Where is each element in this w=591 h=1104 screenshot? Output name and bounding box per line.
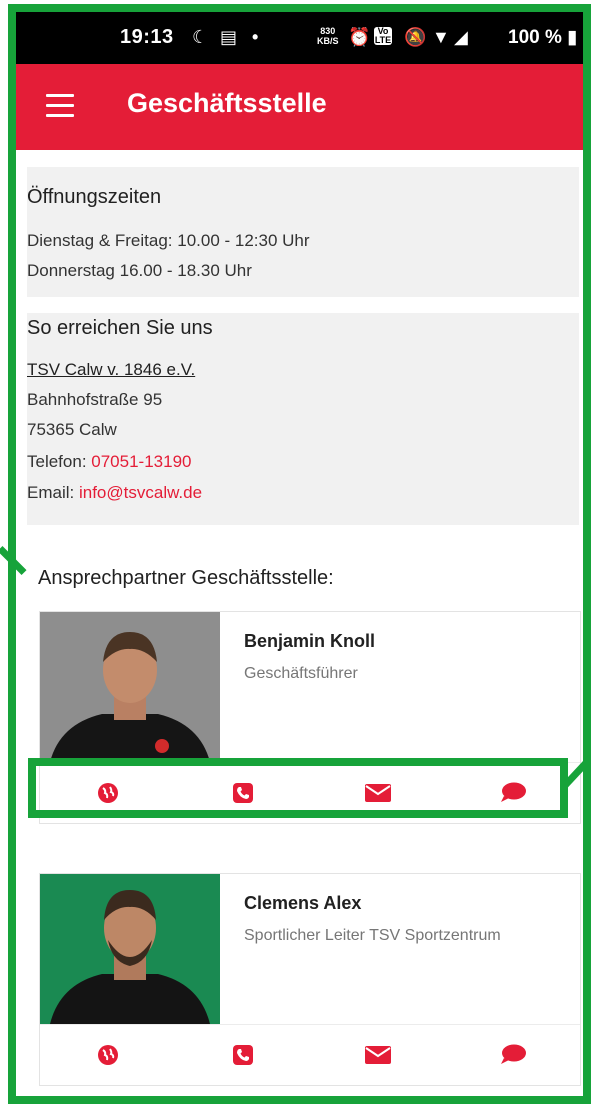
email-button[interactable]: [310, 763, 445, 823]
contact-actions: [40, 1024, 580, 1085]
chat-bubble-icon: [500, 1044, 526, 1064]
app-notification-icon: ☾: [192, 27, 209, 47]
battery-icon: ▮: [567, 27, 578, 48]
battery-percent: 100 % ▮: [508, 27, 578, 48]
app-screen: 19:13 ☾ ▤ • 830 KB/S ⏰ Vo LTE 🔕 ▼ ◢ 100 …: [0, 0, 591, 1104]
globe-icon: [97, 1045, 118, 1065]
phone-icon: [232, 1045, 253, 1065]
call-button[interactable]: [175, 763, 310, 823]
message-notification-icon: ▤: [220, 27, 238, 47]
person-photo: [40, 874, 220, 1024]
person-photo-graphic: [40, 874, 220, 1024]
person-role: Sportlicher Leiter TSV Sportzentrum: [244, 927, 501, 944]
alarm-icon: ⏰: [348, 27, 371, 47]
data-speed-value: 830: [320, 26, 336, 36]
menu-line: [46, 114, 74, 117]
contacts-section-title: Ansprechpartner Geschäftsstelle:: [38, 567, 334, 589]
status-time: 19:13: [120, 26, 174, 48]
message-button[interactable]: [445, 1025, 580, 1085]
data-speed-unit: KB/S: [317, 36, 339, 46]
opening-hours-block: Öffnungszeiten Dienstag & Freitag: 10.00…: [27, 167, 579, 297]
person-card: Clemens Alex Sportlicher Leiter TSV Spor…: [39, 873, 581, 1086]
phone-icon: [232, 783, 253, 803]
menu-line: [46, 104, 74, 107]
person-card: Benjamin Knoll Geschäftsführer: [39, 611, 581, 824]
person-name: Benjamin Knoll: [244, 631, 376, 651]
data-speed-indicator: 830 KB/S: [317, 26, 339, 46]
person-role: Geschäftsführer: [244, 665, 358, 682]
message-button[interactable]: [445, 763, 580, 823]
city-address: 75365 Calw: [27, 420, 117, 439]
page-title: Geschäftsstelle: [127, 88, 327, 118]
app-bar: Geschäftsstelle: [12, 64, 591, 150]
email-line: Email: info@tsvcalw.de: [27, 483, 202, 503]
email-button[interactable]: [310, 1025, 445, 1085]
call-button[interactable]: [175, 1025, 310, 1085]
volte-icon: Vo LTE: [374, 26, 392, 45]
person-photo-graphic: [40, 612, 220, 762]
annotation-pointer-line: [0, 546, 27, 576]
person-name: Clemens Alex: [244, 893, 362, 913]
wifi-icon: ▼: [432, 27, 450, 47]
website-button[interactable]: [40, 1025, 175, 1085]
opening-hours-line: Dienstag & Freitag: 10.00 - 12:30 Uhr: [27, 231, 310, 250]
phone-line: Telefon: 07051-13190: [27, 452, 191, 472]
phone-link[interactable]: 07051-13190: [91, 452, 191, 471]
status-bar: 19:13 ☾ ▤ • 830 KB/S ⏰ Vo LTE 🔕 ▼ ◢ 100 …: [12, 12, 591, 64]
globe-icon: [97, 783, 118, 803]
contact-title: So erreichen Sie uns: [27, 317, 213, 339]
envelope-icon: [364, 784, 391, 802]
contact-block: So erreichen Sie uns TSV Calw v. 1846 e.…: [27, 313, 579, 525]
email-link[interactable]: info@tsvcalw.de: [79, 483, 202, 502]
street-address: Bahnhofstraße 95: [27, 390, 163, 409]
chat-bubble-icon: [500, 782, 526, 802]
website-button[interactable]: [40, 763, 175, 823]
person-photo: [40, 612, 220, 762]
hamburger-menu-button[interactable]: [46, 94, 74, 118]
email-label: Email:: [27, 483, 79, 502]
menu-line: [46, 94, 74, 97]
opening-hours-line: Donnerstag 16.00 - 18.30 Uhr: [27, 261, 252, 280]
dot-icon: •: [252, 27, 259, 47]
mute-icon: 🔕: [404, 27, 427, 47]
organization-name-link[interactable]: TSV Calw v. 1846 e.V.: [27, 360, 195, 380]
signal-icon: ◢: [454, 27, 468, 47]
opening-hours-title: Öffnungszeiten: [27, 186, 162, 208]
contact-actions: [40, 762, 580, 823]
phone-label: Telefon:: [27, 452, 92, 471]
envelope-icon: [364, 1046, 391, 1064]
